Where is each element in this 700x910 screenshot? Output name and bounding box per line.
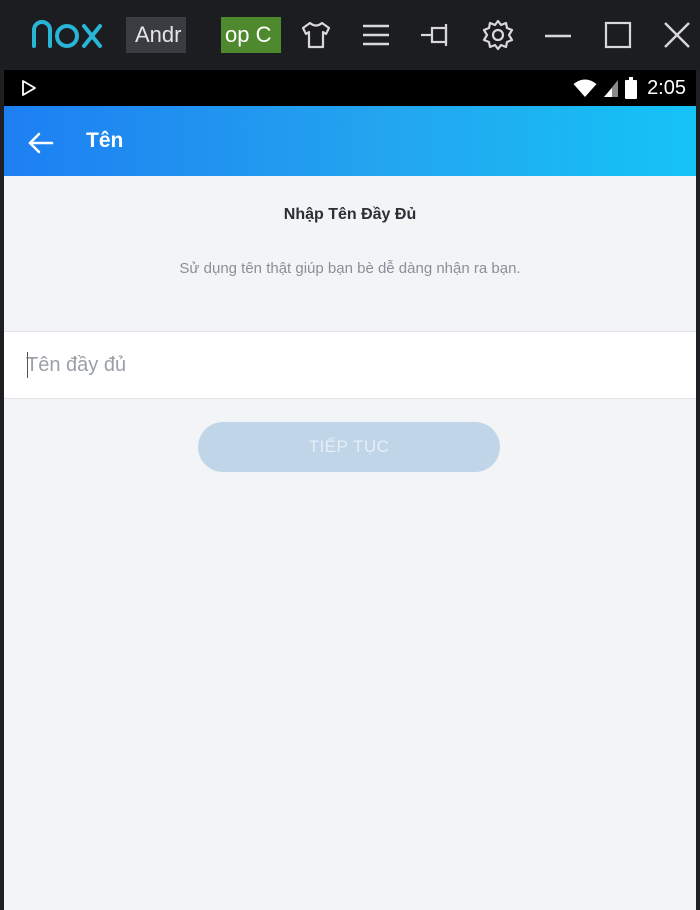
wifi-icon bbox=[573, 79, 597, 97]
page-title: Tên bbox=[86, 129, 124, 152]
maximize-icon[interactable] bbox=[599, 16, 637, 54]
android-screen: 2:05 Tên Nhập Tên Đầy Đủ Sử dụng tên thậ… bbox=[4, 70, 696, 910]
battery-icon bbox=[625, 77, 638, 99]
name-field-row bbox=[4, 331, 696, 399]
continue-button[interactable]: TIẾP TỤC bbox=[198, 422, 500, 472]
settings-icon[interactable] bbox=[479, 16, 517, 54]
app-bar: Tên bbox=[4, 106, 696, 176]
status-time: 2:05 bbox=[647, 77, 686, 99]
section-subtitle: Sử dụng tên thật giúp bạn bè dễ dàng nhậ… bbox=[179, 260, 521, 277]
emulator-tab-app[interactable]: op C bbox=[221, 17, 281, 53]
menu-icon[interactable] bbox=[357, 16, 395, 54]
text-caret bbox=[27, 352, 28, 378]
emulator-tab-android[interactable]: Andr bbox=[126, 17, 186, 53]
minimize-icon[interactable] bbox=[539, 16, 577, 54]
full-name-input[interactable] bbox=[26, 332, 676, 398]
section-heading: Nhập Tên Đầy Đủ bbox=[283, 206, 417, 223]
intro-section: Nhập Tên Đầy Đủ Sử dụng tên thật giúp bạ… bbox=[4, 176, 696, 331]
pin-icon[interactable] bbox=[417, 16, 455, 54]
close-icon[interactable] bbox=[658, 16, 696, 54]
arrow-left-icon[interactable] bbox=[26, 128, 56, 158]
status-bar: 2:05 bbox=[4, 70, 696, 106]
emulator-title-bar: Andr op C bbox=[0, 0, 700, 70]
nox-logo bbox=[32, 20, 102, 48]
theme-shirt-icon[interactable] bbox=[297, 16, 335, 54]
signal-icon bbox=[604, 80, 619, 97]
status-icons: 2:05 bbox=[573, 75, 686, 101]
play-store-icon bbox=[22, 80, 36, 96]
